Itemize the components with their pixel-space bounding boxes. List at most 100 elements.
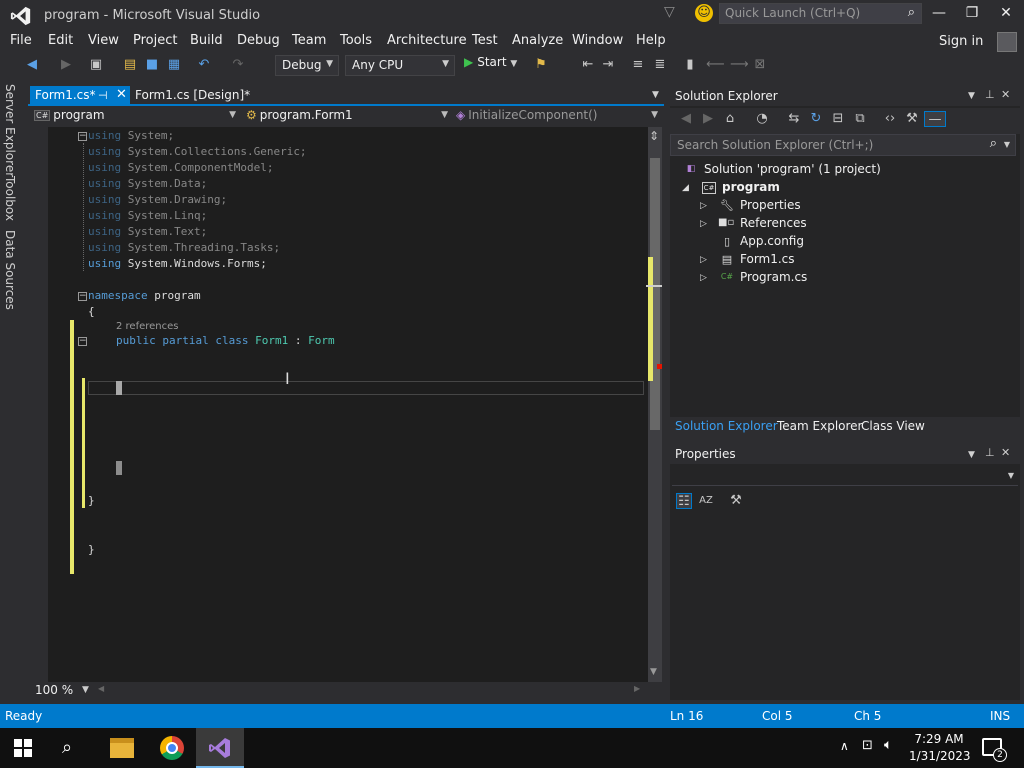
- redo-icon[interactable]: ↷: [230, 57, 246, 73]
- type-dropdown[interactable]: ⚙ program.Form1 ▼: [246, 108, 452, 126]
- close-button[interactable]: ✕: [996, 5, 1016, 23]
- menu-project[interactable]: Project: [133, 33, 177, 48]
- search-icon[interactable]: ⌕: [62, 737, 72, 758]
- menu-file[interactable]: File: [10, 33, 32, 48]
- search-icon[interactable]: ⌕: [908, 5, 915, 20]
- member-dropdown[interactable]: ◈ InitializeComponent() ▼: [456, 108, 662, 126]
- categorized-icon[interactable]: ☷: [676, 493, 692, 509]
- window-position-icon[interactable]: ▼: [968, 450, 975, 460]
- scroll-left-icon[interactable]: ◀: [98, 684, 104, 693]
- tab-team-explorer[interactable]: Team Explorer: [777, 419, 863, 433]
- step-into-icon[interactable]: ⇤: [580, 57, 596, 73]
- step-over-icon[interactable]: ⇥: [600, 57, 616, 73]
- sign-in-link[interactable]: Sign in: [939, 34, 983, 49]
- menu-test[interactable]: Test: [472, 33, 498, 48]
- collapse-namespace-icon[interactable]: −: [78, 292, 87, 301]
- menu-debug[interactable]: Debug: [237, 33, 280, 48]
- pin-icon[interactable]: ⊣: [98, 89, 108, 102]
- clock-time[interactable]: 7:29 AM: [913, 732, 965, 746]
- data-sources-tab[interactable]: Data Sources: [3, 230, 17, 310]
- forward-icon[interactable]: ▶: [700, 111, 716, 127]
- close-icon[interactable]: ✕: [1001, 446, 1010, 459]
- collapsed-arrow-icon[interactable]: ▷: [700, 273, 707, 283]
- menu-architecture[interactable]: Architecture: [387, 33, 467, 48]
- comment-icon[interactable]: ≡: [630, 57, 646, 73]
- menu-view[interactable]: View: [88, 33, 119, 48]
- quick-launch-input[interactable]: Quick Launch (Ctrl+Q) ⌕: [719, 3, 922, 24]
- save-icon[interactable]: ■: [144, 57, 160, 73]
- tab-form1-design[interactable]: Form1.cs [Design]*: [135, 88, 250, 102]
- navigate-back-icon[interactable]: ◀: [24, 57, 40, 73]
- minimize-button[interactable]: —: [929, 5, 949, 23]
- home-icon[interactable]: ⌂: [722, 111, 738, 127]
- start-debugging-button[interactable]: ▶ Start ▼: [464, 55, 517, 69]
- clear-bookmarks-icon[interactable]: ⊠: [752, 57, 768, 73]
- close-icon[interactable]: ✕: [116, 87, 127, 102]
- zoom-level[interactable]: 100 %: [35, 683, 73, 697]
- sync-with-document-icon[interactable]: ⇆: [786, 111, 802, 127]
- menu-team[interactable]: Team: [292, 33, 326, 48]
- menu-edit[interactable]: Edit: [48, 33, 73, 48]
- chrome-icon[interactable]: [160, 736, 184, 760]
- find-in-files-icon[interactable]: ⚑: [533, 57, 549, 73]
- bookmark-icon[interactable]: ▮: [682, 57, 698, 73]
- notifications-filter-icon[interactable]: ▽: [664, 4, 678, 20]
- account-icon[interactable]: [997, 32, 1017, 52]
- properties-wrench-icon[interactable]: ⚒: [904, 111, 920, 127]
- save-all-icon[interactable]: ▦: [166, 57, 182, 73]
- tab-solution-explorer[interactable]: Solution Explorer: [675, 419, 778, 433]
- server-explorer-tab[interactable]: Server Explorer: [3, 84, 17, 177]
- preview-selected-items-icon[interactable]: —: [924, 111, 946, 127]
- windows-start-icon[interactable]: [14, 739, 32, 757]
- pending-changes-filter-icon[interactable]: ◔: [754, 111, 770, 127]
- solution-platform-dropdown[interactable]: Any CPU ▼: [345, 55, 455, 76]
- chevron-down-icon[interactable]: ▼: [510, 59, 517, 69]
- collapse-all-icon[interactable]: ⊟: [830, 111, 846, 127]
- split-window-icon[interactable]: ⇕: [649, 129, 659, 143]
- uncomment-icon[interactable]: ≣: [652, 57, 668, 73]
- scroll-right-icon[interactable]: ▶: [634, 684, 640, 693]
- feedback-smiley-icon[interactable]: ☺: [695, 4, 713, 22]
- navigate-forward-icon[interactable]: ▶: [58, 57, 74, 73]
- file-explorer-icon[interactable]: [110, 738, 134, 758]
- solution-explorer-search-input[interactable]: Search Solution Explorer (Ctrl+;) ⌕ ▼: [670, 134, 1016, 156]
- new-project-icon[interactable]: ▣: [88, 57, 104, 73]
- menu-analyze[interactable]: Analyze: [512, 33, 563, 48]
- chevron-down-icon[interactable]: ▼: [1004, 140, 1010, 149]
- pin-icon[interactable]: ⊥: [985, 88, 995, 101]
- close-icon[interactable]: ✕: [1001, 88, 1010, 101]
- collapsed-arrow-icon[interactable]: ▷: [700, 201, 707, 211]
- project-dropdown[interactable]: C# program ▼: [34, 108, 240, 126]
- chevron-down-icon[interactable]: ▼: [82, 685, 89, 695]
- pin-icon[interactable]: ⊥: [985, 446, 995, 459]
- window-position-icon[interactable]: ▼: [968, 91, 975, 101]
- toolbox-tab[interactable]: Toolbox: [3, 176, 17, 221]
- restore-button[interactable]: ❐: [962, 5, 982, 23]
- menu-help[interactable]: Help: [636, 33, 666, 48]
- volume-icon[interactable]: 🔈︎: [884, 737, 892, 753]
- codelens-references[interactable]: 2 references: [116, 321, 179, 332]
- back-icon[interactable]: ◀: [678, 111, 694, 127]
- tab-class-view[interactable]: Class View: [861, 419, 925, 433]
- menu-build[interactable]: Build: [190, 33, 223, 48]
- collapse-class-icon[interactable]: −: [78, 337, 87, 346]
- menu-tools[interactable]: Tools: [340, 33, 372, 48]
- next-bookmark-icon[interactable]: ⟶: [730, 57, 749, 73]
- expanded-arrow-icon[interactable]: ◢: [682, 183, 689, 193]
- tab-overflow-icon[interactable]: ▼: [652, 90, 659, 100]
- tab-form1-cs[interactable]: Form1.cs* ⊣ ✕: [30, 86, 130, 106]
- menu-window[interactable]: Window: [572, 33, 623, 48]
- alphabetical-icon[interactable]: AZ: [698, 493, 714, 509]
- show-hidden-icons-icon[interactable]: ∧: [840, 739, 849, 753]
- property-pages-icon[interactable]: ⚒: [728, 493, 744, 509]
- solution-configuration-dropdown[interactable]: Debug ▼: [275, 55, 339, 76]
- open-file-icon[interactable]: ▤: [122, 57, 138, 73]
- previous-bookmark-icon[interactable]: ⟵: [706, 57, 725, 73]
- properties-object-dropdown[interactable]: ▼: [672, 468, 1018, 486]
- collapsed-arrow-icon[interactable]: ▷: [700, 255, 707, 265]
- network-icon[interactable]: ⊡: [862, 738, 873, 753]
- collapse-usings-icon[interactable]: −: [78, 132, 87, 141]
- clock-date[interactable]: 1/31/2023: [909, 749, 971, 763]
- refresh-icon[interactable]: ↻: [808, 111, 824, 127]
- scroll-down-icon[interactable]: ▼: [650, 667, 657, 677]
